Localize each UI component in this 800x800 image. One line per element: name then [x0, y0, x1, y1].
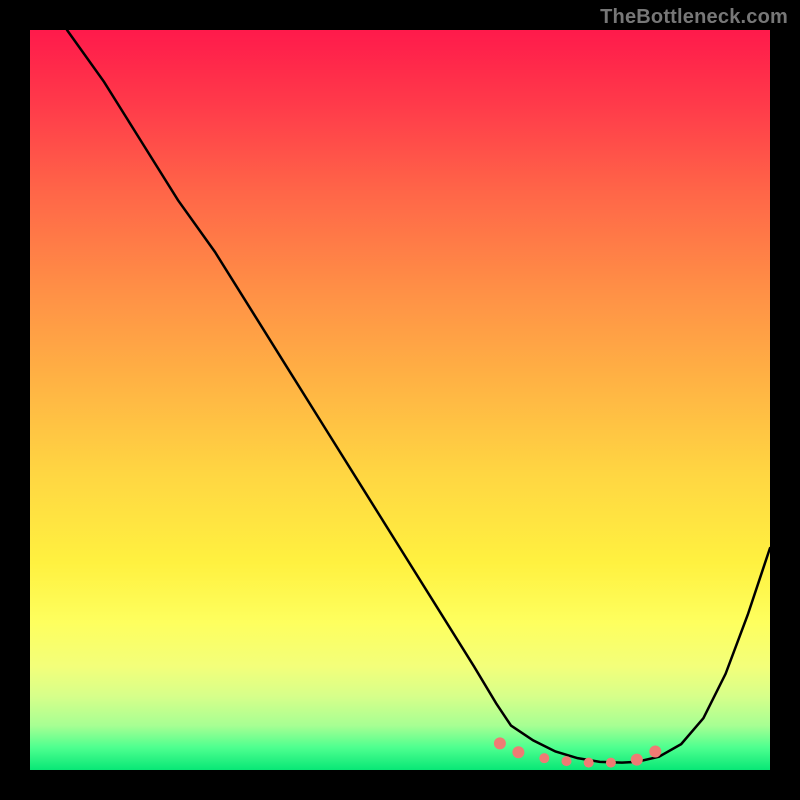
marker-group [494, 737, 661, 767]
marker-dot [539, 753, 549, 763]
marker-dot [631, 754, 643, 766]
watermark-text: TheBottleneck.com [600, 6, 788, 29]
marker-dot [562, 756, 572, 766]
chart-frame: TheBottleneck.com [0, 0, 800, 800]
bottleneck-curve-path [67, 30, 770, 763]
marker-dot [584, 758, 594, 768]
marker-dot [606, 758, 616, 768]
chart-plot-area [30, 30, 770, 770]
chart-svg [30, 30, 770, 770]
marker-dot [512, 746, 524, 758]
marker-dot [649, 746, 661, 758]
marker-dot [494, 737, 506, 749]
